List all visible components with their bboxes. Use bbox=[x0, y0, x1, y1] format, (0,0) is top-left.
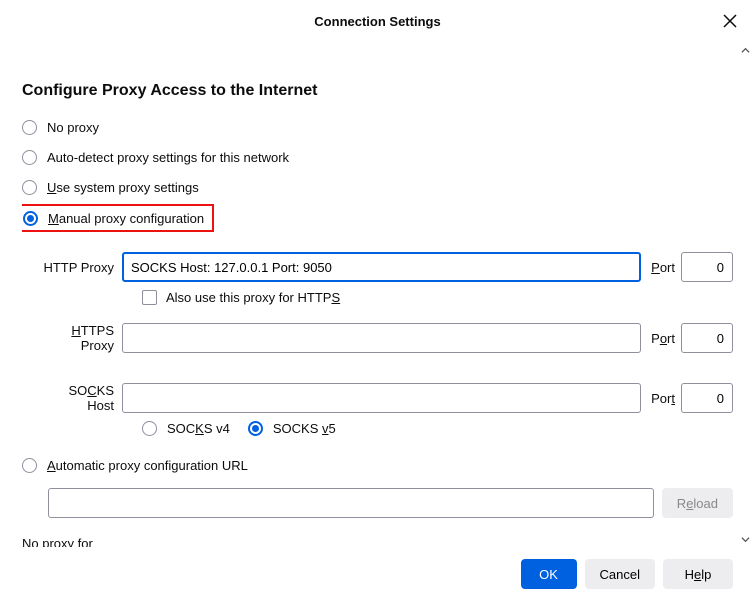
radio-auto-url[interactable] bbox=[22, 458, 37, 473]
http-proxy-label: HTTP Proxy bbox=[42, 260, 122, 275]
auto-url-input[interactable] bbox=[48, 488, 654, 518]
radio-socks-v4-label: SOCKS v4 bbox=[167, 421, 230, 436]
https-port-input[interactable] bbox=[681, 323, 733, 353]
connection-settings-dialog: Connection Settings Configure Proxy Acce… bbox=[0, 0, 755, 601]
titlebar: Connection Settings bbox=[0, 0, 755, 42]
manual-proxy-form: HTTP Proxy Port Also use this proxy for … bbox=[42, 252, 733, 436]
radio-socks-v5-label: SOCKS v5 bbox=[273, 421, 336, 436]
manual-proxy-highlight: Manual proxy configuration bbox=[22, 204, 214, 232]
scroll-area: Configure Proxy Access to the Internet N… bbox=[22, 42, 733, 547]
chevron-up-icon bbox=[741, 46, 750, 55]
ok-button[interactable]: OK bbox=[521, 559, 577, 589]
scroll-track[interactable] bbox=[737, 58, 753, 531]
close-button[interactable] bbox=[719, 10, 741, 32]
radio-auto-url-row[interactable]: Automatic proxy configuration URL bbox=[22, 450, 733, 480]
radio-no-proxy-row[interactable]: No proxy bbox=[22, 112, 733, 142]
radio-auto-detect[interactable] bbox=[22, 150, 37, 165]
http-proxy-row: HTTP Proxy Port bbox=[42, 252, 733, 282]
radio-use-system-label: Use system proxy settings bbox=[47, 180, 199, 195]
scroll-up-button[interactable] bbox=[737, 42, 753, 58]
radio-manual[interactable] bbox=[23, 211, 38, 226]
radio-socks-v5-row[interactable]: SOCKS v5 bbox=[248, 421, 336, 436]
socks-version-row: SOCKS v4 SOCKS v5 bbox=[142, 421, 733, 436]
dialog-footer: OK Cancel Help bbox=[0, 547, 755, 601]
dialog-title: Connection Settings bbox=[314, 14, 440, 29]
radio-auto-detect-row[interactable]: Auto-detect proxy settings for this netw… bbox=[22, 142, 733, 172]
socks-host-label: SOCKS Host bbox=[42, 383, 122, 413]
radio-socks-v5[interactable] bbox=[248, 421, 263, 436]
reload-button[interactable]: Reload bbox=[662, 488, 733, 518]
also-https-label: Also use this proxy for HTTPS bbox=[166, 290, 340, 305]
https-proxy-label: HTTPS Proxy bbox=[42, 323, 122, 353]
radio-socks-v4-row[interactable]: SOCKS v4 bbox=[142, 421, 230, 436]
radio-use-system[interactable] bbox=[22, 180, 37, 195]
no-proxy-for-label: No proxy for bbox=[22, 536, 733, 547]
no-proxy-for-section: No proxy for bbox=[22, 536, 733, 547]
scroll-down-button[interactable] bbox=[737, 531, 753, 547]
radio-auto-url-label: Automatic proxy configuration URL bbox=[47, 458, 248, 473]
help-button[interactable]: Help bbox=[663, 559, 733, 589]
radio-no-proxy[interactable] bbox=[22, 120, 37, 135]
cancel-button[interactable]: Cancel bbox=[585, 559, 655, 589]
section-heading: Configure Proxy Access to the Internet bbox=[22, 82, 733, 100]
socks-host-row: SOCKS Host Port bbox=[42, 383, 733, 413]
dialog-body: Configure Proxy Access to the Internet N… bbox=[0, 42, 755, 547]
http-port-label: Port bbox=[651, 260, 675, 275]
auto-url-input-row: Reload bbox=[48, 488, 733, 518]
http-port-input[interactable] bbox=[681, 252, 733, 282]
radio-manual-label: Manual proxy configuration bbox=[48, 211, 204, 226]
socks-host-input[interactable] bbox=[122, 383, 641, 413]
https-proxy-input[interactable] bbox=[122, 323, 641, 353]
https-port-label: Port bbox=[651, 331, 675, 346]
also-https-row[interactable]: Also use this proxy for HTTPS bbox=[142, 290, 733, 305]
radio-manual-row[interactable]: Manual proxy configuration bbox=[23, 211, 204, 226]
chevron-down-icon bbox=[741, 535, 750, 544]
http-proxy-input[interactable] bbox=[122, 252, 641, 282]
socks-port-label: Port bbox=[651, 391, 675, 406]
radio-socks-v4[interactable] bbox=[142, 421, 157, 436]
scrollbar[interactable] bbox=[737, 42, 753, 547]
close-icon bbox=[723, 14, 737, 28]
socks-port-input[interactable] bbox=[681, 383, 733, 413]
radio-use-system-row[interactable]: Use system proxy settings bbox=[22, 172, 733, 202]
https-proxy-row: HTTPS Proxy Port bbox=[42, 323, 733, 353]
radio-auto-detect-label: Auto-detect proxy settings for this netw… bbox=[47, 150, 289, 165]
also-https-checkbox[interactable] bbox=[142, 290, 157, 305]
radio-no-proxy-label: No proxy bbox=[47, 120, 99, 135]
